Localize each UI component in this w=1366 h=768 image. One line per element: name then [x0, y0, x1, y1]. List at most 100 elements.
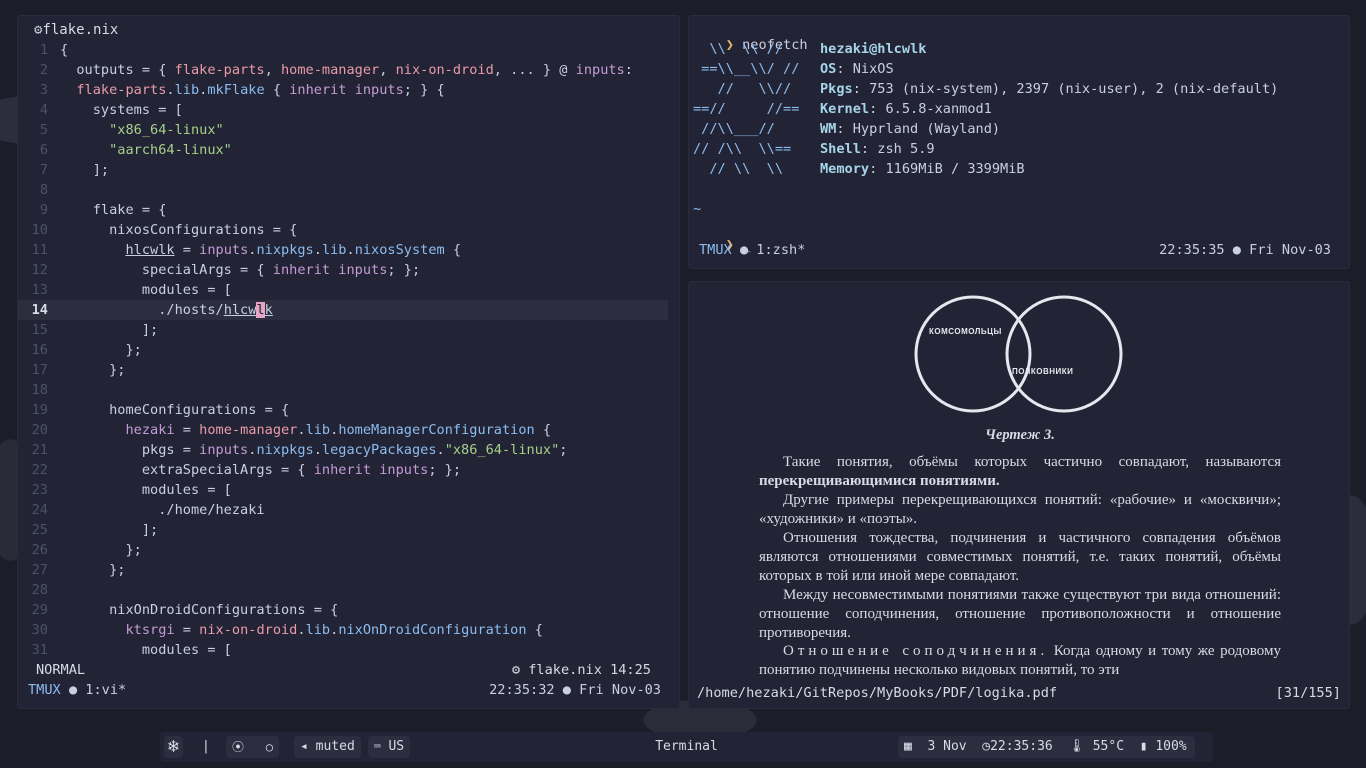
code-line[interactable]: 6 "aarch64-linux" [18, 140, 679, 160]
line-number: 10 [31, 222, 48, 238]
code-line[interactable]: 13 modules = [ [18, 280, 679, 300]
info-label: Pkgs [820, 81, 853, 97]
logo-row: ==\\__\\/ // [693, 61, 800, 77]
code-line[interactable]: 21 pkgs = inputs.nixpkgs.legacyPackages.… [18, 440, 679, 460]
code-line[interactable]: 29 nixOnDroidConfigurations = { [18, 600, 679, 620]
info-label: Shell [820, 141, 861, 157]
line-number: 7 [39, 162, 48, 178]
line-text: specialArgs = { inherit inputs; }; [60, 262, 421, 278]
code-line[interactable]: 14 ./hosts/hlcwlk [18, 300, 668, 320]
info-row: Shell: zsh 5.9 [820, 141, 935, 157]
code-line[interactable]: 16 }; [18, 340, 679, 360]
logo-row: // /\\ \\== [693, 141, 792, 157]
line-text: ./hosts/hlcwlk [60, 302, 273, 318]
code-line[interactable]: 31 modules = [ [18, 640, 679, 660]
paragraph-4: Между несовместимыми понятиями также сущ… [759, 587, 1281, 641]
venn-right-circle [1005, 295, 1123, 413]
line-number: 20 [31, 422, 48, 438]
line-text: extraSpecialArgs = { inherit inputs; }; [60, 462, 462, 478]
code-line[interactable]: 3 flake-parts.lib.mkFlake { inherit inpu… [18, 80, 679, 100]
logo-row: ==// //== [693, 101, 800, 117]
line-number: 16 [31, 342, 48, 358]
code-line[interactable]: 27 }; [18, 560, 679, 580]
code-line[interactable]: 4 systems = [ [18, 100, 679, 120]
code-line[interactable]: 23 modules = [ [18, 480, 679, 500]
code-line[interactable]: 2 outputs = { flake-parts, home-manager,… [18, 60, 679, 80]
waybar: ❄ | ⦿ ○ ◂ muted ⌨ US Terminal ▦ 3 Nov ◷2… [160, 732, 1213, 762]
terminal-pane[interactable]: ❯ neofetch \\ \\ // ==\\__\\/ // // \\//… [689, 16, 1349, 268]
line-number: 9 [39, 202, 48, 218]
line-text: hezaki = home-manager.lib.homeManagerCon… [125, 422, 552, 438]
line-text: }; [60, 562, 126, 578]
code-line[interactable]: 20 hezaki = home-manager.lib.homeManager… [18, 420, 679, 440]
line-number: 21 [31, 442, 48, 458]
code-line[interactable]: 28 [18, 580, 679, 600]
line-number: 2 [39, 62, 48, 78]
info-row: Memory: 1169MiB / 3399MiB [820, 161, 1025, 177]
cwd-tilde: ~ [693, 201, 702, 217]
calendar-icon: ▦ [904, 739, 912, 754]
code-line[interactable]: 11 hlcwlk = inputs.nixpkgs.lib.nixosSyst… [18, 240, 679, 260]
code-line[interactable]: 19 homeConfigurations = { [18, 400, 679, 420]
info-value: : 753 (nix-system), 2397 (nix-user), 2 (… [852, 81, 1279, 97]
pdf-status-bar: /home/hezaki/GitRepos/MyBooks/PDF/logika… [697, 685, 1341, 701]
editor-filename: flake.nix [42, 22, 119, 38]
code-line[interactable]: 8 [18, 180, 679, 200]
info-label: Kernel [820, 101, 870, 117]
code-line[interactable]: 15 ]; [18, 320, 679, 340]
code-line[interactable]: 9 flake = { [18, 200, 679, 220]
code-line[interactable]: 1{ [18, 40, 679, 60]
vim-mode: NORMAL [36, 662, 86, 678]
line-text: "x86_64-linux" [109, 122, 224, 138]
code-line[interactable]: 10 nixosConfigurations = { [18, 220, 679, 240]
tmux-window-tab[interactable]: ● 1:zsh* [740, 242, 805, 258]
clock-icon: ◷ [982, 739, 991, 754]
tmux-status-bar-right: TMUX ● 1:zsh* 22:35:35 ● Fri Nov-03 [699, 242, 1331, 258]
tmux-window-tab[interactable]: ● 1:vi* [69, 682, 126, 698]
code-line[interactable]: 17 }; [18, 360, 679, 380]
venn-right-label: ПОЛКОВНИКИ [1012, 367, 1073, 376]
paragraph-5: Отношение соподчинения. Когда одному и т… [759, 642, 1281, 680]
venn-left-circle [914, 295, 1032, 413]
logo-row: // \\ \\ [693, 161, 784, 177]
time-text[interactable]: 22:35:36 [990, 739, 1053, 754]
line-number: 14 [31, 302, 48, 318]
line-number: 27 [31, 562, 48, 578]
code-line[interactable]: 26 }; [18, 540, 679, 560]
tmux-clock: 22:35:35 ● Fri Nov-03 [1159, 242, 1331, 258]
venn-diagram: КОМСОМОЛЬЦЫ ПОЛКОВНИКИ [914, 295, 1123, 413]
line-number: 8 [39, 182, 48, 198]
battery-text: 100% [1155, 739, 1187, 754]
code-line[interactable]: 24 ./home/hezaki [18, 500, 679, 520]
editor-title: ⚙flake.nix [34, 22, 118, 38]
code-line[interactable]: 7 ]; [18, 160, 679, 180]
code-line[interactable]: 18 [18, 380, 679, 400]
paragraph-3: Отношения тождества, подчинения и частич… [759, 530, 1281, 584]
line-number: 31 [31, 642, 48, 658]
line-text: ]; [60, 322, 159, 338]
date-text[interactable]: 3 Nov [927, 739, 966, 754]
code-line[interactable]: 22 extraSpecialArgs = { inherit inputs; … [18, 460, 679, 480]
line-number: 13 [31, 282, 48, 298]
line-text: ktsrgi = nix-on-droid.lib.nixOnDroidConf… [125, 622, 543, 638]
venn-left-label: КОМСОМОЛЬЦЫ [929, 327, 1002, 336]
tmux-label: TMUX [699, 242, 732, 258]
code-line[interactable]: 12 specialArgs = { inherit inputs; }; [18, 260, 679, 280]
line-number: 25 [31, 522, 48, 538]
tmux-clock: 22:35:32 ● Fri Nov-03 [489, 682, 661, 698]
code-line[interactable]: 30 ktsrgi = nix-on-droid.lib.nixOnDroidC… [18, 620, 679, 640]
line-text: modules = [ [60, 642, 232, 658]
code-area[interactable]: 1{2 outputs = { flake-parts, home-manage… [18, 40, 679, 660]
code-line[interactable]: 25 ]; [18, 520, 679, 540]
tmux-status-bar-left: TMUX ● 1:vi* 22:35:32 ● Fri Nov-03 [28, 682, 661, 698]
editor-pane[interactable]: ⚙flake.nix 1{2 outputs = { flake-parts, … [18, 16, 679, 708]
line-number: 4 [39, 102, 48, 118]
code-line[interactable]: 5 "x86_64-linux" [18, 120, 679, 140]
line-text: nixosConfigurations = { [60, 222, 298, 238]
info-value: : zsh 5.9 [860, 141, 935, 157]
logo-row: //\\___// [693, 121, 775, 137]
pdf-viewer-pane[interactable]: КОМСОМОЛЬЦЫ ПОЛКОВНИКИ Чертеж 3. Такие п… [689, 282, 1349, 708]
line-text: nixOnDroidConfigurations = { [60, 602, 339, 618]
right-widgets: ▦ 3 Nov ◷22:35:36 🌡 55°C ▮ 100% [898, 736, 1195, 758]
line-text: outputs = { flake-parts, home-manager, n… [60, 62, 633, 78]
